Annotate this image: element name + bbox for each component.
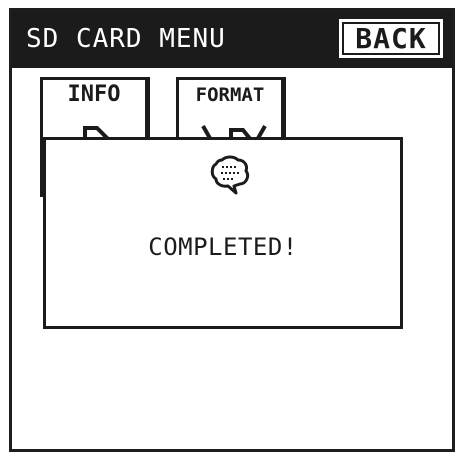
back-button[interactable]: BACK <box>339 19 443 58</box>
speech-bubble-icon <box>210 154 250 200</box>
page-title: SD CARD MENU <box>26 24 226 54</box>
menu-item-format-label: FORMAT <box>195 84 265 106</box>
completion-dialog: COMPLETED! <box>43 137 403 329</box>
menu-item-info-label: INFO <box>67 82 121 107</box>
back-button-label: BACK <box>355 21 427 55</box>
device-screen: SD CARD MENU BACK INFO FORMAT COMPLETED! <box>9 8 455 452</box>
completion-message: COMPLETED! <box>148 233 298 261</box>
header-bar: SD CARD MENU BACK <box>12 11 452 68</box>
